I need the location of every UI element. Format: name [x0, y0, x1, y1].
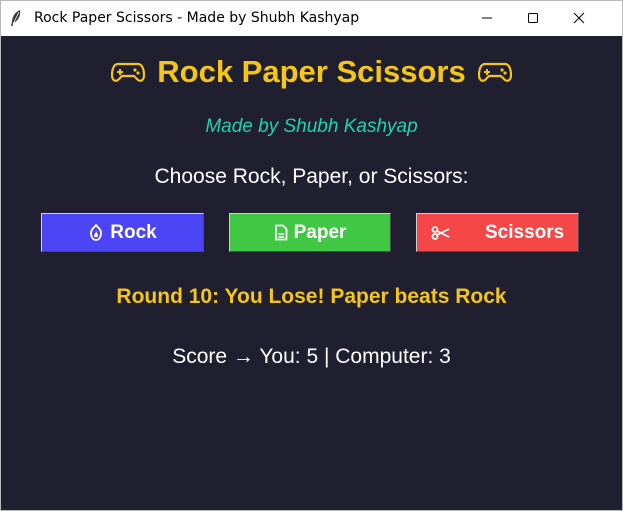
paper-label: Paper	[293, 221, 347, 243]
maximize-button[interactable]	[510, 1, 556, 35]
game-panel: Rock Paper Scissors Made by Shubh Kashya…	[1, 36, 622, 511]
round-result: Round 10: You Lose! Paper beats Rock	[116, 285, 507, 308]
maximize-icon	[528, 13, 538, 23]
scissors-button[interactable]: Scissors	[416, 213, 579, 252]
score-display: Score → You: 5 | Computer: 3	[172, 345, 451, 368]
gamepad-icon	[477, 62, 512, 82]
scissors-label: Scissors	[485, 221, 565, 243]
window-title: Rock Paper Scissors - Made by Shubh Kash…	[34, 10, 360, 26]
rock-label: Rock	[110, 221, 157, 243]
close-icon	[573, 12, 585, 24]
author-subtitle: Made by Shubh Kashyap	[205, 116, 418, 137]
minimize-button[interactable]	[464, 1, 510, 35]
close-button[interactable]	[556, 1, 602, 35]
app-window: Rock Paper Scissors - Made by Shubh Kash…	[0, 0, 623, 511]
rock-icon	[90, 224, 103, 241]
game-title: Rock Paper Scissors	[157, 54, 466, 89]
choice-prompt: Choose Rock, Paper, or Scissors:	[154, 165, 469, 188]
gamepad-icon	[111, 62, 146, 82]
minimize-icon	[482, 17, 492, 19]
rock-button[interactable]: Rock	[41, 213, 204, 252]
game-heading: Rock Paper Scissors	[1, 54, 622, 90]
feather-icon	[11, 10, 21, 26]
paper-button[interactable]: Paper	[229, 213, 391, 252]
title-bar[interactable]: Rock Paper Scissors - Made by Shubh Kash…	[1, 1, 622, 36]
scissors-icon	[431, 225, 450, 240]
paper-icon	[274, 224, 287, 241]
